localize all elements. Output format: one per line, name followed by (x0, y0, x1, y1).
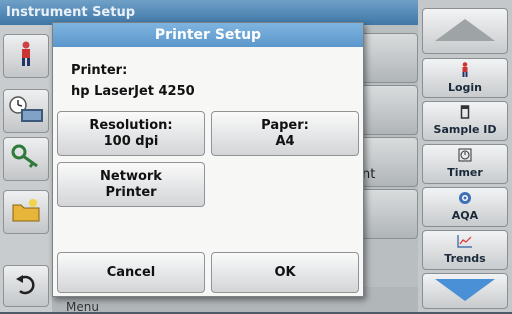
person-icon (423, 62, 507, 81)
printer-setup-dialog: Printer Setup Printer: hp LaserJet 4250 … (52, 22, 364, 297)
scroll-down-button[interactable] (422, 273, 508, 309)
timer-icon (423, 148, 507, 166)
undo-arrow-icon (14, 273, 38, 299)
left-toolbar (0, 25, 52, 312)
date-time-button[interactable] (3, 89, 49, 133)
network-label-line1: Network (100, 168, 162, 184)
cancel-label: Cancel (106, 264, 156, 280)
ok-button[interactable]: OK (211, 252, 359, 293)
timer-label: Timer (447, 166, 483, 179)
right-sidebar: Login Sample ID Timer AQA Trends (418, 0, 512, 312)
back-button[interactable] (3, 265, 49, 307)
key-icon (11, 144, 41, 174)
paper-value: A4 (275, 133, 295, 149)
sample-id-button[interactable]: Sample ID (422, 101, 508, 141)
person-icon (18, 41, 34, 71)
timer-button[interactable]: Timer (422, 144, 508, 184)
trends-label: Trends (444, 252, 486, 265)
printer-label: Printer: (71, 63, 128, 78)
aqa-label: AQA (451, 209, 479, 222)
ok-label: OK (274, 264, 296, 280)
clock-keyboard-icon (7, 95, 45, 127)
resolution-button[interactable]: Resolution: 100 dpi (57, 111, 205, 156)
login-label: Login (447, 81, 483, 94)
aqa-button[interactable]: AQA (422, 187, 508, 227)
operator-button[interactable] (3, 34, 49, 78)
scroll-up-button[interactable] (422, 8, 508, 54)
sample-id-label: Sample ID (433, 123, 497, 136)
aqa-icon (423, 191, 507, 209)
paper-label: Paper: (261, 117, 309, 133)
folder-icon (11, 197, 41, 227)
login-button[interactable]: Login (422, 58, 508, 98)
network-printer-button[interactable]: Network Printer (57, 162, 205, 207)
printer-value: hp LaserJet 4250 (71, 84, 195, 99)
down-arrow-icon (433, 277, 497, 306)
dialog-title: Printer Setup (53, 23, 363, 47)
network-label-line2: Printer (105, 184, 157, 200)
trends-button[interactable]: Trends (422, 230, 508, 270)
vial-icon (423, 105, 507, 123)
resolution-value: 100 dpi (103, 133, 159, 149)
trends-icon (423, 234, 507, 252)
paper-button[interactable]: Paper: A4 (211, 111, 359, 156)
resolution-label: Resolution: (89, 117, 173, 133)
folder-button[interactable] (3, 190, 49, 234)
up-arrow-icon (433, 17, 497, 46)
key-button[interactable] (3, 137, 49, 181)
bg-partial-text: nt (362, 167, 376, 182)
cancel-button[interactable]: Cancel (57, 252, 205, 293)
